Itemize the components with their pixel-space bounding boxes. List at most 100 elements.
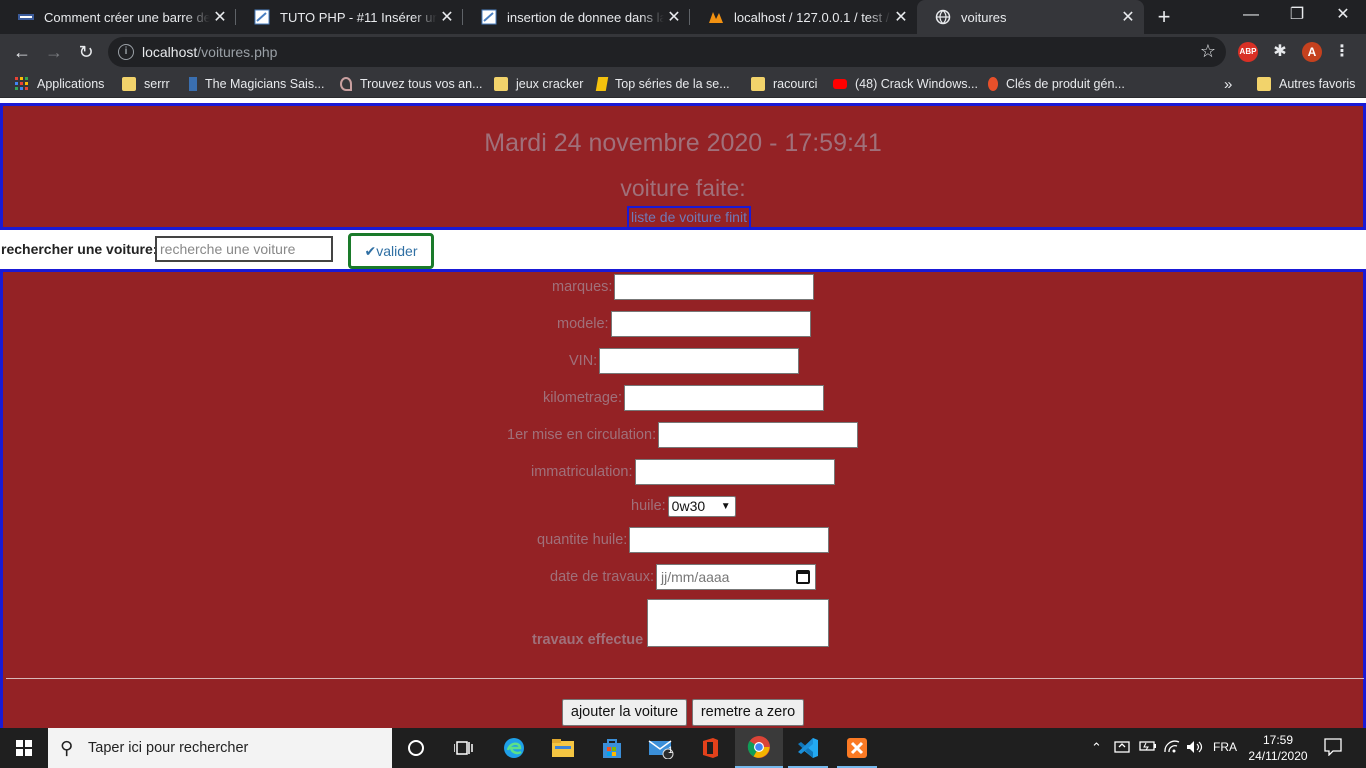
liste-voiture-link[interactable]: liste de voiture finit xyxy=(627,206,751,229)
maximize-button[interactable]: ❐ xyxy=(1274,0,1320,34)
adblock-plus-icon[interactable]: ABP xyxy=(1238,42,1258,62)
mise-circulation-label: 1er mise en circulation: xyxy=(507,427,657,443)
search-input[interactable]: recherche une voiture xyxy=(155,236,333,262)
show-hidden-icons-icon[interactable]: ⌃ xyxy=(1091,740,1102,756)
close-window-button[interactable]: ✕ xyxy=(1320,0,1366,34)
date-travaux-label: date de travaux: xyxy=(550,569,654,585)
vscode-icon[interactable] xyxy=(784,728,832,768)
bookmark-racourci[interactable]: racourci xyxy=(751,75,817,93)
bookmark-applications[interactable]: Applications xyxy=(15,75,104,93)
folder-icon xyxy=(494,77,508,91)
kilometrage-input[interactable] xyxy=(623,385,824,411)
modele-label: modele: xyxy=(557,316,609,332)
quantite-huile-label: quantite huile: xyxy=(537,532,628,548)
tab-insertion-donnee[interactable]: insertion de donnee dans la ba ✕ xyxy=(463,0,690,34)
network-icon[interactable] xyxy=(1163,740,1181,757)
immatriculation-label: immatriculation: xyxy=(531,464,633,480)
back-arrow-icon[interactable]: ← xyxy=(8,38,36,66)
travaux-row: travaux effectue xyxy=(532,598,830,648)
tab-voitures[interactable]: voitures ✕ xyxy=(917,0,1144,34)
extensions-puzzle-icon[interactable]: ✱ xyxy=(1270,42,1290,62)
menu-kebab-icon[interactable]: ⋮ xyxy=(1332,42,1352,62)
search-row: rechercher une voiture: recherche une vo… xyxy=(0,232,1366,270)
task-view-icon[interactable] xyxy=(440,728,488,768)
minimize-button[interactable]: — xyxy=(1228,0,1274,34)
kilometrage-row: kilometrage: xyxy=(543,385,824,411)
bookmark-cles-produit[interactable]: Clés de produit gén... xyxy=(988,75,1125,93)
bookmark-label: The Magicians Sais... xyxy=(205,77,325,91)
new-tab-button[interactable]: + xyxy=(1152,5,1176,29)
bookmark-serrr[interactable]: serrr xyxy=(122,75,170,93)
site-info-icon[interactable]: i xyxy=(118,44,134,60)
bookmark-top-series[interactable]: Top séries de la se... xyxy=(595,75,730,93)
cortana-icon[interactable] xyxy=(392,728,440,768)
bookmark-label: Applications xyxy=(37,77,105,91)
chrome-icon[interactable] xyxy=(735,728,783,768)
bookmarks-overflow-button[interactable]: » xyxy=(1224,75,1232,93)
vin-input[interactable] xyxy=(599,348,800,374)
vin-row: VIN: xyxy=(569,348,800,374)
url-text[interactable]: localhost/voitures.php xyxy=(142,44,277,60)
huile-select[interactable]: 0w30 ▼ xyxy=(667,495,736,517)
bookmark-site-icon xyxy=(988,77,998,91)
bookmark-magicians[interactable]: The Magicians Sais... xyxy=(186,75,325,93)
bookmark-star-icon[interactable]: ☆ xyxy=(1200,41,1216,62)
site-favicon-icon xyxy=(481,9,497,25)
tab-close-icon[interactable]: ✕ xyxy=(437,7,457,27)
calendar-icon[interactable] xyxy=(796,570,810,584)
huile-label: huile: xyxy=(631,498,666,514)
browser-tab-strip: Comment créer une barre de r ✕ TUTO PHP … xyxy=(0,0,1366,34)
immatriculation-row: immatriculation: xyxy=(531,459,835,485)
tab-title: TUTO PHP - #11 Insérer une en xyxy=(280,9,437,25)
forward-arrow-icon[interactable]: → xyxy=(40,38,68,66)
bookmark-autres-favoris[interactable]: Autres favoris xyxy=(1257,75,1355,93)
bookmark-trouvez[interactable]: Trouvez tous vos an... xyxy=(340,75,483,93)
microsoft-store-icon[interactable] xyxy=(588,728,636,768)
battery-icon[interactable] xyxy=(1139,740,1157,755)
bookmark-crack-windows[interactable]: (48) Crack Windows... xyxy=(833,75,978,93)
profile-avatar[interactable]: A xyxy=(1302,42,1322,62)
quantite-huile-input[interactable] xyxy=(629,527,830,553)
tab-close-icon[interactable]: ✕ xyxy=(1118,7,1138,27)
address-bar[interactable]: i localhost/voitures.php ☆ xyxy=(108,37,1226,67)
tab-tuto-php[interactable]: TUTO PHP - #11 Insérer une en ✕ xyxy=(236,0,463,34)
start-button[interactable] xyxy=(0,728,48,768)
notifications-icon[interactable] xyxy=(1324,738,1342,759)
site-favicon-icon xyxy=(254,9,270,25)
bookmark-label: serrr xyxy=(144,77,170,91)
marques-input[interactable] xyxy=(614,274,815,300)
windows-taskbar: ⚲ Taper ici pour rechercher 1 ⌃ FRA 17:5… xyxy=(0,728,1366,768)
marques-label: marques: xyxy=(552,279,613,295)
language-indicator[interactable]: FRA xyxy=(1213,740,1237,754)
apps-grid-icon xyxy=(15,77,29,91)
chevron-down-icon: ▼ xyxy=(720,500,731,512)
reload-icon[interactable]: ↻ xyxy=(72,38,100,66)
tab-close-icon[interactable]: ✕ xyxy=(210,7,230,27)
valider-button[interactable]: ✔valider xyxy=(348,233,434,269)
file-explorer-icon[interactable] xyxy=(539,728,587,768)
xampp-icon[interactable] xyxy=(833,728,881,768)
mail-icon[interactable]: 1 xyxy=(637,728,685,768)
marques-row: marques: xyxy=(552,274,815,300)
search-icon: ⚲ xyxy=(60,738,74,758)
immatriculation-input[interactable] xyxy=(634,459,835,485)
ajouter-voiture-button[interactable]: ajouter la voiture xyxy=(562,699,687,726)
remetre-zero-button[interactable]: remetre a zero xyxy=(692,699,804,726)
modele-input[interactable] xyxy=(610,311,811,337)
date-travaux-input[interactable]: jj/mm/aaaa xyxy=(656,564,816,590)
tab-phpmyadmin[interactable]: localhost / 127.0.0.1 / test / voi ✕ xyxy=(690,0,917,34)
tab-close-icon[interactable]: ✕ xyxy=(891,7,911,27)
volume-icon[interactable] xyxy=(1186,740,1204,757)
bookmark-label: Top séries de la se... xyxy=(615,77,730,91)
bookmark-label: racourci xyxy=(773,77,818,91)
tab-comment-creer[interactable]: Comment créer une barre de r ✕ xyxy=(0,0,236,34)
taskbar-search-box[interactable]: ⚲ Taper ici pour rechercher xyxy=(48,728,392,768)
edge-icon[interactable] xyxy=(490,728,538,768)
bookmark-jeux-cracker[interactable]: jeux cracker xyxy=(494,75,583,93)
office-icon[interactable] xyxy=(686,728,734,768)
mise-circulation-input[interactable] xyxy=(658,422,859,448)
system-clock[interactable]: 17:59 24/11/2020 xyxy=(1248,732,1308,764)
travaux-effectue-textarea[interactable] xyxy=(647,599,830,647)
system-tray-icon[interactable] xyxy=(1114,740,1130,757)
tab-close-icon[interactable]: ✕ xyxy=(664,7,684,27)
